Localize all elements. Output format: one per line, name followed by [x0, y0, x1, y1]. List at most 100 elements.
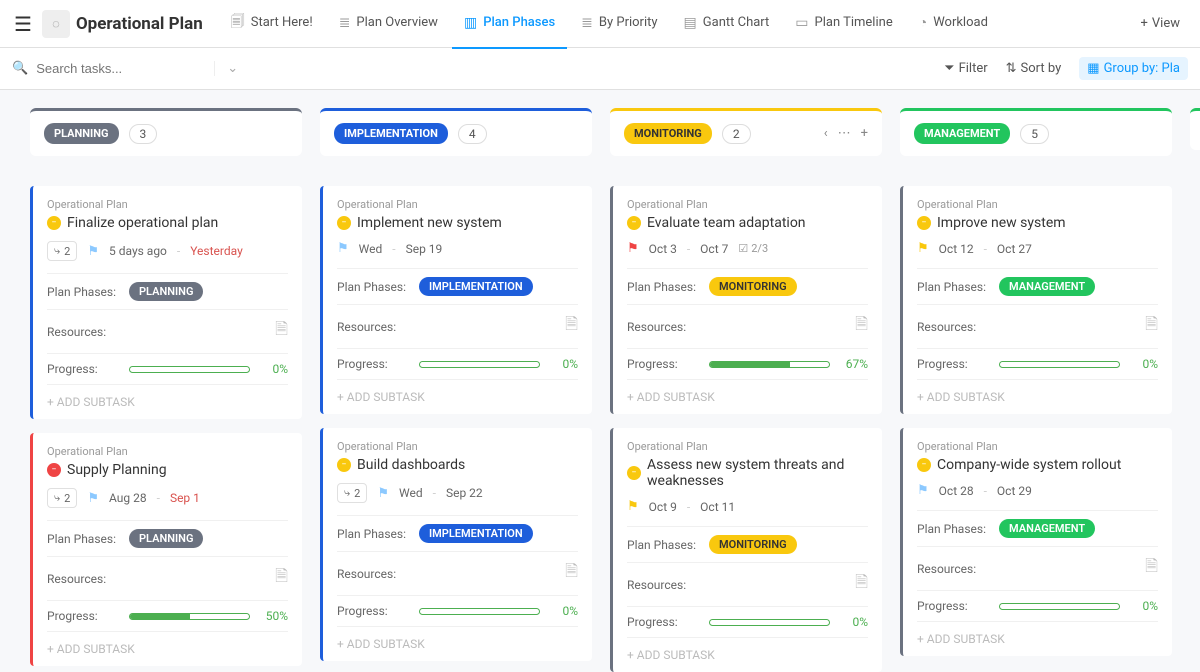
- progress-bar[interactable]: [999, 603, 1120, 610]
- tab-plan-phases[interactable]: ▥Plan Phases: [452, 0, 567, 49]
- flag-icon[interactable]: ⚑: [627, 241, 639, 256]
- tab-start-here[interactable]: 🗐Start Here!: [219, 0, 325, 49]
- sort-button[interactable]: ⇅Sort by: [1006, 61, 1062, 76]
- flag-icon[interactable]: ⚑: [917, 483, 929, 498]
- progress-bar[interactable]: [709, 619, 830, 626]
- progress-percent: 0%: [550, 604, 578, 618]
- attachment-icon[interactable]: 🗎: [855, 571, 868, 598]
- attachment-icon[interactable]: 🗎: [1145, 555, 1158, 582]
- field-label: Resources:: [627, 320, 699, 334]
- phase-badge[interactable]: MANAGEMENT: [999, 277, 1095, 296]
- flag-icon[interactable]: ⚑: [917, 241, 929, 256]
- status-icon[interactable]: −: [627, 216, 641, 230]
- add-subtask-button[interactable]: + ADD SUBTASK: [337, 626, 578, 661]
- attachment-icon[interactable]: 🗎: [855, 313, 868, 340]
- plus-icon[interactable]: +: [861, 126, 868, 141]
- add-subtask-button[interactable]: + ADD SUBTASK: [337, 379, 578, 414]
- phase-badge[interactable]: MONITORING: [709, 277, 797, 296]
- flag-icon[interactable]: ⚑: [377, 486, 389, 501]
- progress-percent: 50%: [260, 609, 288, 623]
- attachment-icon[interactable]: 🗎: [565, 560, 578, 587]
- phase-badge[interactable]: IMPLEMENTATION: [419, 524, 533, 543]
- flag-icon[interactable]: ⚑: [87, 244, 99, 259]
- phase-badge[interactable]: PLANNING: [129, 282, 203, 301]
- task-card[interactable]: Operational Plan − Finalize operational …: [30, 186, 302, 419]
- field-label: Resources:: [47, 325, 119, 339]
- group-icon: ▦: [1087, 61, 1099, 76]
- phase-badge[interactable]: MONITORING: [709, 535, 797, 554]
- progress-percent: 0%: [260, 362, 288, 376]
- add-subtask-button[interactable]: + ADD SUBTASK: [627, 637, 868, 672]
- flag-icon[interactable]: ⚑: [627, 499, 639, 514]
- column-header[interactable]: Em: [1190, 108, 1200, 150]
- task-card[interactable]: Operational Plan − Evaluate team adaptat…: [610, 186, 882, 414]
- add-subtask-button[interactable]: + ADD SUBTASK: [917, 379, 1158, 414]
- column-header[interactable]: MONITORING 2 ‹⋯+: [610, 108, 882, 156]
- task-title: Company-wide system rollout: [937, 457, 1121, 473]
- tab-timeline[interactable]: ▭Plan Timeline: [783, 0, 904, 49]
- flag-icon[interactable]: ⚑: [337, 241, 349, 256]
- subtask-indicator[interactable]: ⤷2: [47, 488, 77, 508]
- group-by-button[interactable]: ▦Group by: Pla: [1079, 57, 1188, 80]
- status-icon[interactable]: −: [917, 458, 931, 472]
- progress-percent: 0%: [1130, 599, 1158, 613]
- status-icon[interactable]: −: [627, 466, 641, 480]
- task-card[interactable]: Operational Plan − Build dashboards ⤷2 ⚑…: [320, 428, 592, 661]
- topbar: ☰ ◌ Operational Plan 🗐Start Here! ≣Plan …: [0, 0, 1200, 48]
- task-card[interactable]: Operational Plan − Supply Planning ⤷2 ⚑ …: [30, 433, 302, 666]
- progress-bar[interactable]: [419, 608, 540, 615]
- filter-button[interactable]: ⏷Filter: [944, 61, 987, 76]
- search-input[interactable]: [36, 61, 196, 76]
- tab-plan-overview[interactable]: ≣Plan Overview: [327, 0, 450, 49]
- breadcrumb: Operational Plan: [47, 198, 288, 211]
- subtask-indicator[interactable]: ⤷2: [47, 241, 77, 261]
- attachment-icon[interactable]: 🗎: [275, 565, 288, 592]
- flag-icon[interactable]: ⚑: [87, 491, 99, 506]
- phase-badge[interactable]: MANAGEMENT: [999, 519, 1095, 538]
- add-subtask-button[interactable]: + ADD SUBTASK: [627, 379, 868, 414]
- more-icon[interactable]: ⋯: [838, 126, 851, 141]
- tab-workload[interactable]: ◔Workload: [907, 0, 1000, 49]
- chevron-left-icon[interactable]: ‹: [824, 126, 828, 141]
- tabs: 🗐Start Here! ≣Plan Overview ▥Plan Phases…: [219, 0, 1125, 49]
- column-header[interactable]: IMPLEMENTATION 4: [320, 108, 592, 156]
- subtask-indicator[interactable]: ⤷2: [337, 483, 367, 503]
- progress-bar[interactable]: [129, 613, 250, 620]
- column-header[interactable]: MANAGEMENT 5: [900, 108, 1172, 156]
- status-icon[interactable]: −: [917, 216, 931, 230]
- progress-bar[interactable]: [419, 361, 540, 368]
- field-label: Plan Phases:: [627, 538, 699, 552]
- tab-gantt[interactable]: ▤Gantt Chart: [672, 0, 782, 49]
- attachment-icon[interactable]: 🗎: [1145, 313, 1158, 340]
- task-card[interactable]: Operational Plan − Assess new system thr…: [610, 428, 882, 672]
- status-icon[interactable]: −: [337, 216, 351, 230]
- field-label: Resources:: [337, 567, 409, 581]
- add-view-button[interactable]: +View: [1131, 10, 1191, 37]
- breadcrumb: Operational Plan: [337, 198, 578, 211]
- board-column: PLANNING 3 Operational Plan − Finalize o…: [30, 108, 302, 666]
- hamburger-icon[interactable]: ☰: [10, 8, 36, 40]
- progress-bar[interactable]: [999, 361, 1120, 368]
- phase-badge[interactable]: IMPLEMENTATION: [419, 277, 533, 296]
- attachment-icon[interactable]: 🗎: [565, 313, 578, 340]
- add-subtask-button[interactable]: + ADD SUBTASK: [47, 384, 288, 419]
- page-title: Operational Plan: [76, 14, 203, 34]
- column-header[interactable]: PLANNING 3: [30, 108, 302, 156]
- progress-bar[interactable]: [129, 366, 250, 373]
- phase-badge[interactable]: PLANNING: [129, 529, 203, 548]
- app-icon[interactable]: ◌: [42, 10, 70, 38]
- status-icon[interactable]: −: [47, 463, 61, 477]
- task-card[interactable]: Operational Plan − Implement new system …: [320, 186, 592, 414]
- add-subtask-button[interactable]: + ADD SUBTASK: [47, 631, 288, 666]
- add-subtask-button[interactable]: + ADD SUBTASK: [917, 621, 1158, 656]
- chevron-down-icon[interactable]: ⌄: [214, 61, 238, 76]
- field-label: Progress:: [917, 599, 989, 613]
- status-icon[interactable]: −: [47, 216, 61, 230]
- tab-by-priority[interactable]: ≣By Priority: [569, 0, 669, 49]
- task-card[interactable]: Operational Plan − Improve new system ⚑ …: [900, 186, 1172, 414]
- task-card[interactable]: Operational Plan − Company-wide system r…: [900, 428, 1172, 656]
- status-icon[interactable]: −: [337, 458, 351, 472]
- progress-bar[interactable]: [709, 361, 830, 368]
- workload-icon: ◔: [919, 14, 927, 31]
- attachment-icon[interactable]: 🗎: [275, 318, 288, 345]
